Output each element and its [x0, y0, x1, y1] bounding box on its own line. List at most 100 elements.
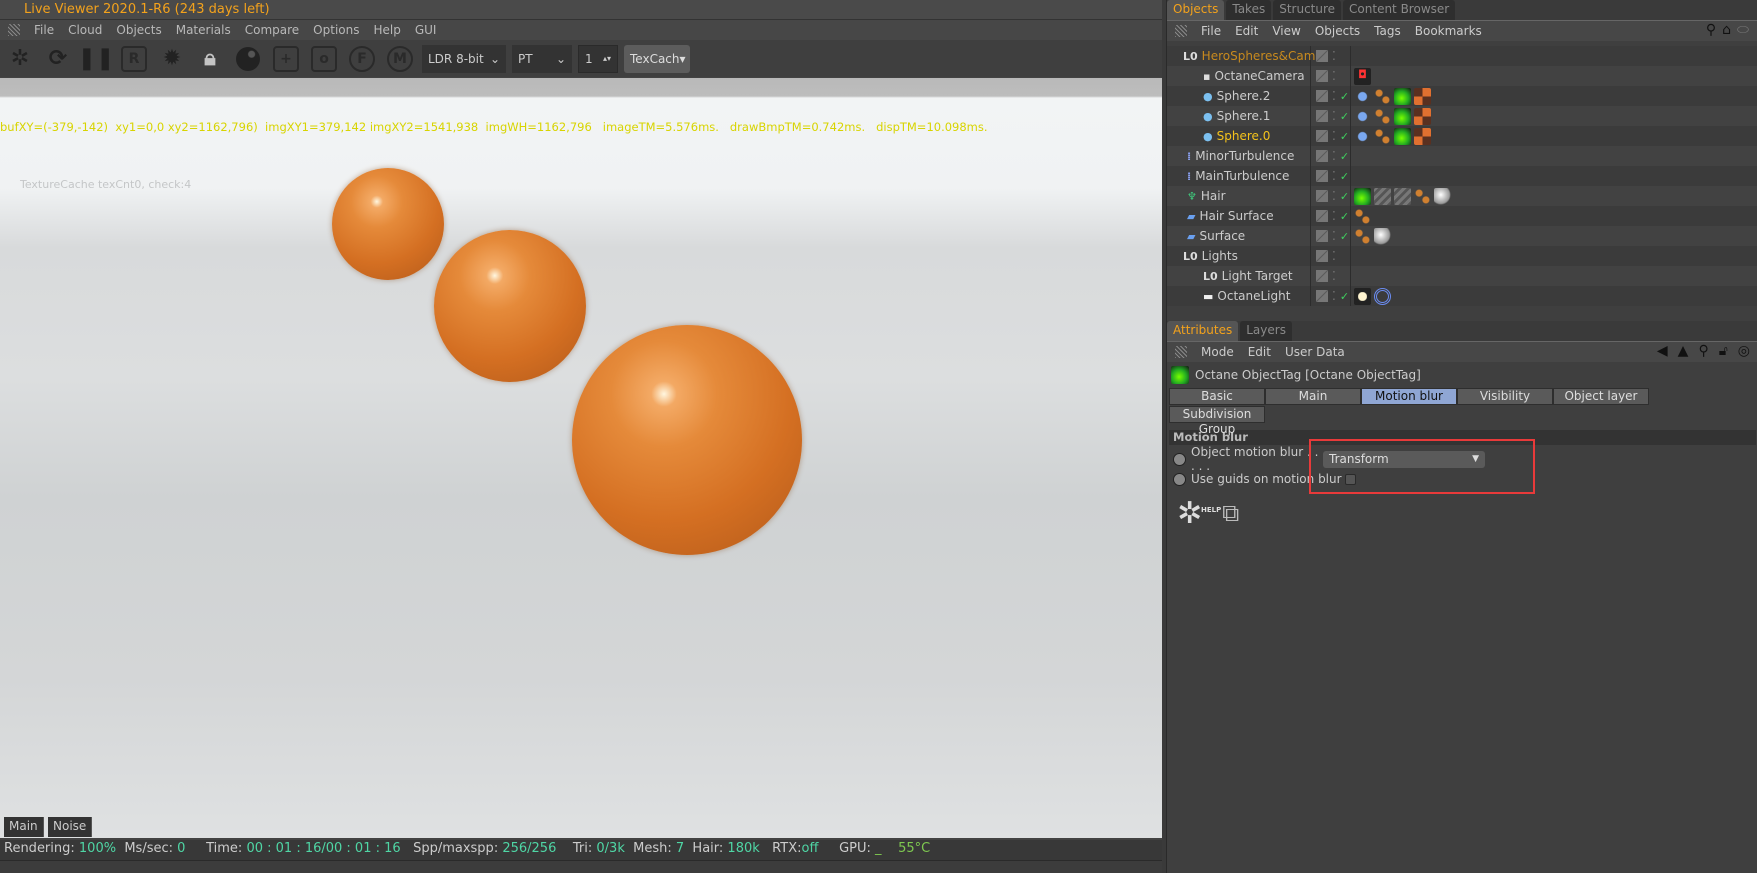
tree-row[interactable]: L0 Lights ⁚	[1167, 246, 1757, 266]
layer-stepper[interactable]: 1 ▴▾	[578, 44, 618, 73]
tag-tab-motion-blur[interactable]: Motion blur	[1361, 388, 1457, 405]
animate-radio[interactable]	[1173, 472, 1186, 486]
tab-content-browser[interactable]: Content Browser	[1343, 0, 1456, 20]
enabled-check-icon[interactable]: ✓	[1340, 290, 1349, 303]
object-name[interactable]: Hair Surface	[1199, 209, 1273, 223]
tree-row[interactable]: ▬ OctaneLight ⁚ ✓	[1167, 286, 1757, 306]
object-name[interactable]: OctaneLight	[1217, 289, 1290, 303]
octane-help-icon[interactable]: ✲ HELP	[1177, 499, 1221, 529]
tag-tab-subdivision-group[interactable]: Subdivision Group	[1169, 406, 1265, 436]
tree-row[interactable]: L0 Light Target ⁚	[1167, 266, 1757, 286]
view-tab-noise[interactable]: Noise	[48, 817, 93, 837]
phong-tag-icon[interactable]	[1374, 127, 1391, 145]
material-pin-icon[interactable]: M	[384, 44, 416, 74]
tree-row[interactable]: ▪ OctaneCamera ⁚ ◘	[1167, 66, 1757, 86]
phong-tag-icon[interactable]	[1354, 227, 1371, 245]
home-icon[interactable]: ⌂	[1722, 22, 1731, 38]
visibility-dots-icon[interactable]: ⁚	[1332, 49, 1336, 63]
menu-compare[interactable]: Compare	[245, 23, 299, 37]
search-icon[interactable]: ⚲	[1706, 22, 1716, 38]
layer-icon[interactable]	[1316, 50, 1328, 62]
tree-row[interactable]: ● Sphere.1 ⁚ ✓	[1167, 106, 1757, 126]
tree-row[interactable]: ♆ Hair ⁚ ✓	[1167, 186, 1757, 206]
visibility-dots-icon[interactable]: ⁚	[1332, 169, 1336, 183]
menu-materials[interactable]: Materials	[176, 23, 231, 37]
menu-edit[interactable]: Edit	[1248, 345, 1271, 359]
layer-icon[interactable]	[1316, 170, 1328, 182]
lock-icon[interactable]: 🔒︎	[194, 44, 226, 74]
region-render-icon[interactable]: R	[118, 44, 150, 74]
tree-row[interactable]: L0 HeroSpheres&Cam ⁚	[1167, 46, 1757, 66]
material-tag-icon[interactable]	[1414, 127, 1431, 145]
layer-icon[interactable]	[1316, 210, 1328, 222]
visibility-dots-icon[interactable]: ⁚	[1332, 89, 1336, 103]
texcache-button[interactable]: TexCach ▾	[624, 44, 690, 73]
menu-bookmarks[interactable]: Bookmarks	[1415, 24, 1482, 38]
hair-material-tag-icon[interactable]	[1374, 187, 1391, 205]
pause-icon[interactable]: ❚❚	[78, 44, 115, 74]
visibility-dots-icon[interactable]: ⁚	[1332, 229, 1336, 243]
menu-objects[interactable]: Objects	[116, 23, 161, 37]
tab-attributes[interactable]: Attributes	[1167, 321, 1239, 341]
tab-structure[interactable]: Structure	[1273, 0, 1342, 20]
target-tag-icon[interactable]	[1374, 287, 1391, 305]
collapse-icon[interactable]: ⬭	[1737, 22, 1749, 38]
lock-icon[interactable]: 🔓︎	[1719, 343, 1728, 359]
search-icon[interactable]: ⚲	[1698, 343, 1708, 359]
hair-material-tag-icon[interactable]	[1394, 187, 1411, 205]
uvw-tag-icon[interactable]	[1354, 107, 1371, 125]
visibility-dots-icon[interactable]: ⁚	[1332, 129, 1336, 143]
menu-view[interactable]: View	[1272, 24, 1300, 38]
uvw-tag-icon[interactable]	[1354, 127, 1371, 145]
enabled-check-icon[interactable]: ✓	[1340, 190, 1349, 203]
layer-icon[interactable]	[1316, 70, 1328, 82]
phong-tag-icon[interactable]	[1374, 87, 1391, 105]
tree-row[interactable]: ⁞ MinorTurbulence ⁚ ✓	[1167, 146, 1757, 166]
visibility-dots-icon[interactable]: ⁚	[1332, 109, 1336, 123]
object-name[interactable]: Light Target	[1222, 269, 1293, 283]
octane-object-tag-icon[interactable]	[1394, 127, 1411, 145]
menu-cloud[interactable]: Cloud	[68, 23, 102, 37]
render-viewport[interactable]: bufXY=(-379,-142) xy1=0,0 xy2=1162,796) …	[0, 78, 1162, 838]
tag-tab-object-layer[interactable]: Object layer	[1553, 388, 1649, 405]
tab-layers[interactable]: Layers	[1240, 321, 1292, 341]
octane-object-tag-icon[interactable]	[1394, 87, 1411, 105]
enabled-check-icon[interactable]: ✓	[1340, 230, 1349, 243]
visibility-dots-icon[interactable]: ⁚	[1332, 249, 1336, 263]
tree-row[interactable]: ▰ Hair Surface ⁚ ✓	[1167, 206, 1757, 226]
object-name[interactable]: MainTurbulence	[1195, 169, 1289, 183]
tree-row[interactable]: ⁞ MainTurbulence ⁚ ✓	[1167, 166, 1757, 186]
material-tag-icon[interactable]	[1414, 87, 1431, 105]
target-icon[interactable]: ◎	[1738, 343, 1750, 359]
object-name[interactable]: Sphere.0	[1217, 129, 1271, 143]
color-mode-select[interactable]: LDR 8-bit ⌄	[422, 44, 506, 73]
menu-file[interactable]: File	[34, 23, 54, 37]
tab-takes[interactable]: Takes	[1226, 0, 1272, 20]
visibility-dots-icon[interactable]: ⁚	[1332, 269, 1336, 283]
menu-edit[interactable]: Edit	[1235, 24, 1258, 38]
phong-tag-icon[interactable]	[1374, 107, 1391, 125]
tag-tab-visibility[interactable]: Visibility	[1457, 388, 1553, 405]
refresh-icon[interactable]: ⟳	[42, 44, 74, 74]
tab-objects[interactable]: Objects	[1167, 0, 1225, 20]
tree-row[interactable]: ● Sphere.0 ⁚ ✓	[1167, 126, 1757, 146]
object-name[interactable]: Sphere.2	[1217, 89, 1271, 103]
visibility-dots-icon[interactable]: ⁚	[1332, 189, 1336, 203]
layer-icon[interactable]	[1316, 150, 1328, 162]
menu-objects[interactable]: Objects	[1315, 24, 1360, 38]
octane-logo-icon[interactable]: ✲	[4, 44, 36, 74]
object-name[interactable]: Lights	[1202, 249, 1238, 263]
phong-tag-icon[interactable]	[1354, 207, 1371, 225]
object-name[interactable]: MinorTurbulence	[1195, 149, 1294, 163]
object-name[interactable]: OctaneCamera	[1214, 69, 1304, 83]
layer-icon[interactable]	[1316, 270, 1328, 282]
camera-tag-icon[interactable]: ◘	[1354, 67, 1371, 85]
kernel-select[interactable]: PT ⌄	[512, 44, 572, 73]
layer-icon[interactable]	[1316, 290, 1328, 302]
object-name[interactable]: Sphere.1	[1217, 109, 1271, 123]
material-tag-icon[interactable]	[1434, 187, 1451, 205]
tree-row[interactable]: ▰ Surface ⁚ ✓	[1167, 226, 1757, 246]
material-tag-icon[interactable]	[1414, 107, 1431, 125]
visibility-dots-icon[interactable]: ⁚	[1332, 149, 1336, 163]
enabled-check-icon[interactable]: ✓	[1340, 210, 1349, 223]
